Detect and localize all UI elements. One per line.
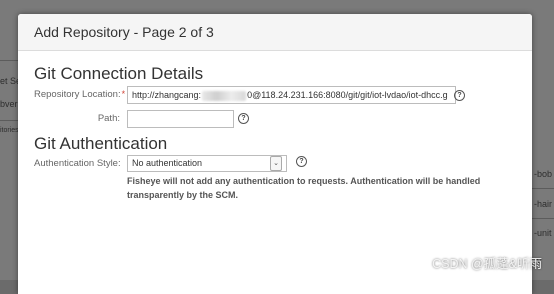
watermark: CSDN @孤蓬&听雨 (432, 257, 542, 271)
bg-divider (532, 188, 554, 189)
path-label: Path: (97, 113, 120, 124)
repository-location-help-icon[interactable]: ? (454, 90, 465, 101)
bg-fragment: -hair (534, 199, 553, 209)
authentication-description: Fisheye will not add any authentication … (127, 176, 481, 200)
repository-location-value-suffix: @118.24.231.166:8080/git/git/iot-lvdao/i… (252, 90, 448, 100)
dialog-header: Add Repository - Page 2 of 3 (18, 14, 532, 51)
repository-location-label: Repository Location:* (34, 89, 125, 100)
dialog-title: Add Repository - Page 2 of 3 (34, 24, 214, 40)
authentication-style-label: Authentication Style: (34, 158, 121, 169)
bg-fragment: -unit (534, 228, 552, 238)
bg-divider (0, 60, 18, 61)
add-repository-dialog: Add Repository - Page 2 of 3 Git Connect… (18, 14, 532, 294)
git-connection-heading: Git Connection Details (34, 64, 204, 83)
redacted-credentials (202, 90, 247, 101)
repository-location-value-prefix: http://zhangcang: (132, 90, 202, 100)
git-authentication-heading: Git Authentication (34, 134, 168, 153)
repository-location-label-text: Repository Location: (34, 89, 121, 100)
bg-fragment: itories (0, 127, 19, 134)
bg-divider (532, 218, 554, 219)
authentication-style-help-icon[interactable]: ? (296, 156, 307, 167)
chevron-down-icon[interactable]: ⌄ (270, 156, 282, 171)
path-input[interactable] (127, 110, 234, 128)
bg-divider (0, 120, 18, 121)
required-marker: * (121, 89, 126, 99)
bg-fragment: -bob (534, 169, 553, 179)
authentication-style-select[interactable]: No authentication ⌄ (127, 155, 287, 172)
path-help-icon[interactable]: ? (238, 113, 249, 124)
repository-location-input[interactable]: http://zhangcang: 0@118.24.231.166:8080/g… (127, 86, 456, 104)
authentication-style-value: No authentication (132, 158, 203, 168)
